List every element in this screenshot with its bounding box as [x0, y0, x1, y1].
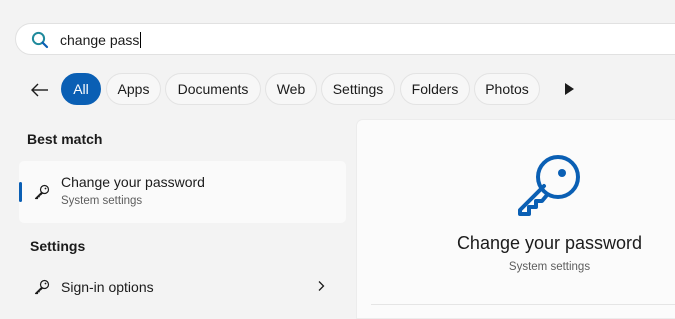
result-title: Change your password [61, 174, 205, 190]
key-icon [34, 279, 50, 295]
preview-panel: Change your password System settings [356, 119, 675, 319]
best-match-heading: Best match [27, 131, 103, 147]
search-input[interactable]: change pass [60, 31, 142, 49]
preview-title: Change your password [456, 233, 643, 253]
divider [371, 304, 675, 305]
filter-chip-apps[interactable]: Apps [106, 73, 161, 105]
search-box[interactable]: change pass [15, 23, 675, 55]
selection-indicator [19, 182, 22, 202]
preview-subtitle: System settings [508, 261, 591, 273]
filter-chip-folders[interactable]: Folders [400, 73, 470, 105]
settings-item-sign-in-options[interactable]: Sign-in options [19, 270, 346, 304]
more-filters-icon[interactable] [560, 80, 578, 98]
filter-chip-documents[interactable]: Documents [165, 73, 261, 105]
filter-chip-settings[interactable]: Settings [321, 73, 395, 105]
search-query: change pass [60, 32, 140, 48]
key-icon [518, 155, 580, 216]
arrow-left-icon [31, 83, 48, 97]
settings-item-label: Sign-in options [61, 279, 154, 295]
filter-chip-photos[interactable]: Photos [474, 73, 540, 105]
key-icon [34, 184, 50, 200]
result-subtitle: System settings [61, 195, 143, 207]
search-icon [31, 31, 49, 49]
best-match-result[interactable]: Change your password System settings [19, 161, 346, 223]
settings-heading: Settings [30, 238, 86, 254]
filter-chip-all[interactable]: All [61, 73, 101, 105]
filter-chip-web[interactable]: Web [265, 73, 317, 105]
chevron-right-icon [318, 281, 325, 291]
text-caret [140, 32, 142, 48]
back-button[interactable] [26, 76, 54, 104]
